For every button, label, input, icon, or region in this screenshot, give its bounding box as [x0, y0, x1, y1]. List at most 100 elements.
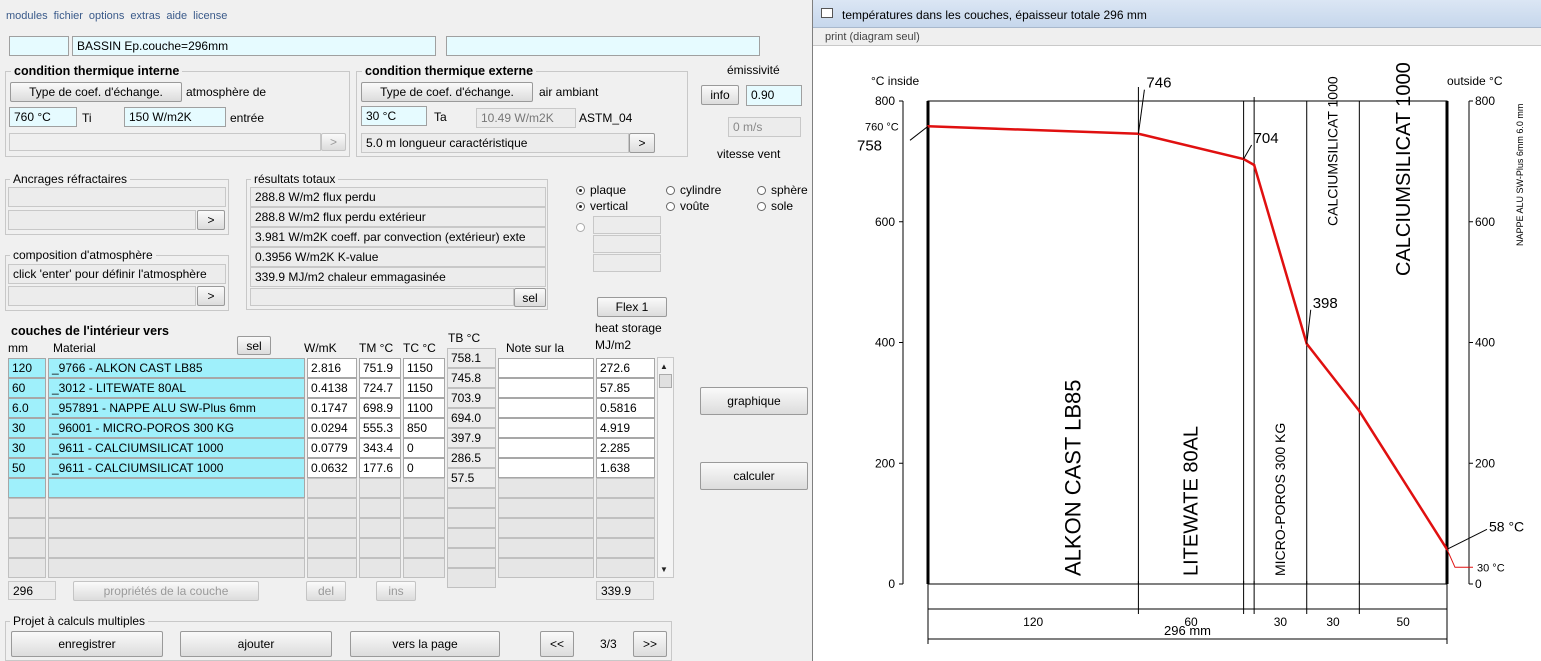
geometry-plaque[interactable]: plaque	[576, 183, 626, 197]
cell-material[interactable]: _9611 - CALCIUMSILICAT 1000	[48, 438, 305, 458]
cell-tc[interactable]	[403, 538, 445, 558]
emissivity-info-button[interactable]: info	[701, 85, 739, 105]
option-field-2[interactable]	[593, 235, 661, 253]
radio-sole-icon[interactable]	[757, 202, 766, 212]
cell-note[interactable]	[498, 358, 594, 378]
cell-note[interactable]	[498, 558, 594, 578]
calculer-button[interactable]: calculer	[700, 462, 808, 490]
cell-wmk[interactable]	[307, 478, 357, 498]
table-scrollbar[interactable]	[657, 357, 674, 578]
menu-aide[interactable]: aide	[166, 10, 193, 22]
radio-sphere-icon[interactable]	[757, 186, 766, 196]
cell-wmk[interactable]: 2.816	[307, 358, 357, 378]
cell-heat[interactable]: 4.919	[596, 418, 655, 438]
save-project-button[interactable]: enregistrer	[11, 631, 163, 657]
cell-heat[interactable]	[596, 518, 655, 538]
menu-modules[interactable]: modules	[0, 10, 54, 22]
cell-tc[interactable]: 1150	[403, 378, 445, 398]
cell-wmk[interactable]	[307, 538, 357, 558]
cell-material[interactable]	[48, 498, 305, 518]
cell-tc[interactable]: 1150	[403, 358, 445, 378]
print-diagram-link[interactable]: print (diagram seul)	[825, 31, 920, 43]
cell-tm[interactable]: 698.9	[359, 398, 401, 418]
cell-note[interactable]	[498, 478, 594, 498]
anchors-field[interactable]	[8, 187, 226, 207]
project-code-field[interactable]	[9, 36, 69, 56]
cell-heat[interactable]	[596, 498, 655, 518]
cell-mm[interactable]	[8, 498, 46, 518]
next-page-button[interactable]: >>	[633, 631, 667, 657]
cell-heat[interactable]	[596, 478, 655, 498]
radio-voute-icon[interactable]	[666, 202, 675, 212]
radio-option-1-icon[interactable]	[576, 223, 585, 233]
scroll-down-icon[interactable]: ▼	[660, 565, 668, 574]
cell-tc[interactable]	[403, 518, 445, 538]
option-field-1[interactable]	[593, 216, 661, 234]
cell-tm[interactable]: 177.6	[359, 458, 401, 478]
cell-mm[interactable]: 6.0	[8, 398, 46, 418]
cell-mm[interactable]: 50	[8, 458, 46, 478]
cell-tm[interactable]	[359, 498, 401, 518]
delete-layer-button[interactable]: del	[306, 581, 346, 601]
cell-tc[interactable]: 850	[403, 418, 445, 438]
cell-tc[interactable]	[403, 478, 445, 498]
cell-heat[interactable]: 1.638	[596, 458, 655, 478]
layer-properties-button[interactable]: propriétés de la couche	[73, 581, 259, 601]
cell-material[interactable]	[48, 538, 305, 558]
internal-coef-type-button[interactable]: Type de coef. d'échange.	[10, 82, 182, 102]
cell-tm[interactable]	[359, 558, 401, 578]
cell-note[interactable]	[498, 438, 594, 458]
geometry-cylindre[interactable]: cylindre	[666, 183, 721, 197]
scroll-up-icon[interactable]: ▲	[660, 362, 668, 371]
atmosphere-hint-field[interactable]: click 'enter' pour définir l'atmosphère	[8, 264, 226, 284]
cell-wmk[interactable]: 0.0632	[307, 458, 357, 478]
cell-tm[interactable]	[359, 518, 401, 538]
cell-note[interactable]	[498, 458, 594, 478]
cell-note[interactable]	[498, 538, 594, 558]
cell-tm[interactable]	[359, 478, 401, 498]
menu-options[interactable]: options	[89, 10, 130, 22]
graphique-button[interactable]: graphique	[700, 387, 808, 415]
cell-tm[interactable]	[359, 538, 401, 558]
option-field-3[interactable]	[593, 254, 661, 272]
cell-material[interactable]: _3012 - LITEWATE 80AL	[48, 378, 305, 398]
external-coef-type-button[interactable]: Type de coef. d'échange.	[361, 82, 533, 102]
results-sel-button[interactable]: sel	[514, 288, 546, 307]
cell-material[interactable]	[48, 478, 305, 498]
scroll-thumb[interactable]	[659, 374, 672, 388]
cell-mm[interactable]	[8, 538, 46, 558]
cell-tm[interactable]: 724.7	[359, 378, 401, 398]
cell-mm[interactable]: 30	[8, 438, 46, 458]
cell-mm[interactable]	[8, 558, 46, 578]
cell-tm[interactable]: 555.3	[359, 418, 401, 438]
cell-wmk[interactable]: 0.0294	[307, 418, 357, 438]
orientation-vertical[interactable]: vertical	[576, 199, 628, 213]
cell-mm[interactable]: 60	[8, 378, 46, 398]
cell-mm[interactable]	[8, 478, 46, 498]
cell-wmk[interactable]	[307, 518, 357, 538]
anchors-more-button[interactable]: >	[197, 210, 225, 230]
cell-material[interactable]: _96001 - MICRO-POROS 300 KG	[48, 418, 305, 438]
flex-button[interactable]: Flex 1	[597, 297, 667, 317]
cell-wmk[interactable]	[307, 558, 357, 578]
cell-wmk[interactable]: 0.0779	[307, 438, 357, 458]
emissivity-field[interactable]: 0.90	[746, 85, 802, 106]
cell-mm[interactable]: 120	[8, 358, 46, 378]
menu-extras[interactable]: extras	[130, 10, 166, 22]
cell-tc[interactable]: 1100	[403, 398, 445, 418]
cell-tc[interactable]: 0	[403, 438, 445, 458]
previous-page-button[interactable]: <<	[540, 631, 574, 657]
radio-plaque-icon[interactable]	[576, 186, 585, 196]
go-to-page-button[interactable]: vers la page	[350, 631, 500, 657]
cell-material[interactable]	[48, 558, 305, 578]
project-extra-field[interactable]	[446, 36, 760, 56]
external-more-button[interactable]: >	[629, 133, 655, 153]
add-project-button[interactable]: ajouter	[180, 631, 332, 657]
characteristic-length-field[interactable]: 5.0 m longueur caractéristique	[361, 133, 629, 153]
cell-tm[interactable]: 343.4	[359, 438, 401, 458]
menu-license[interactable]: license	[193, 10, 233, 22]
atmosphere-more-button[interactable]: >	[197, 286, 225, 306]
cell-note[interactable]	[498, 518, 594, 538]
cell-tm[interactable]: 751.9	[359, 358, 401, 378]
geometry-sphere[interactable]: sphère	[757, 183, 808, 197]
